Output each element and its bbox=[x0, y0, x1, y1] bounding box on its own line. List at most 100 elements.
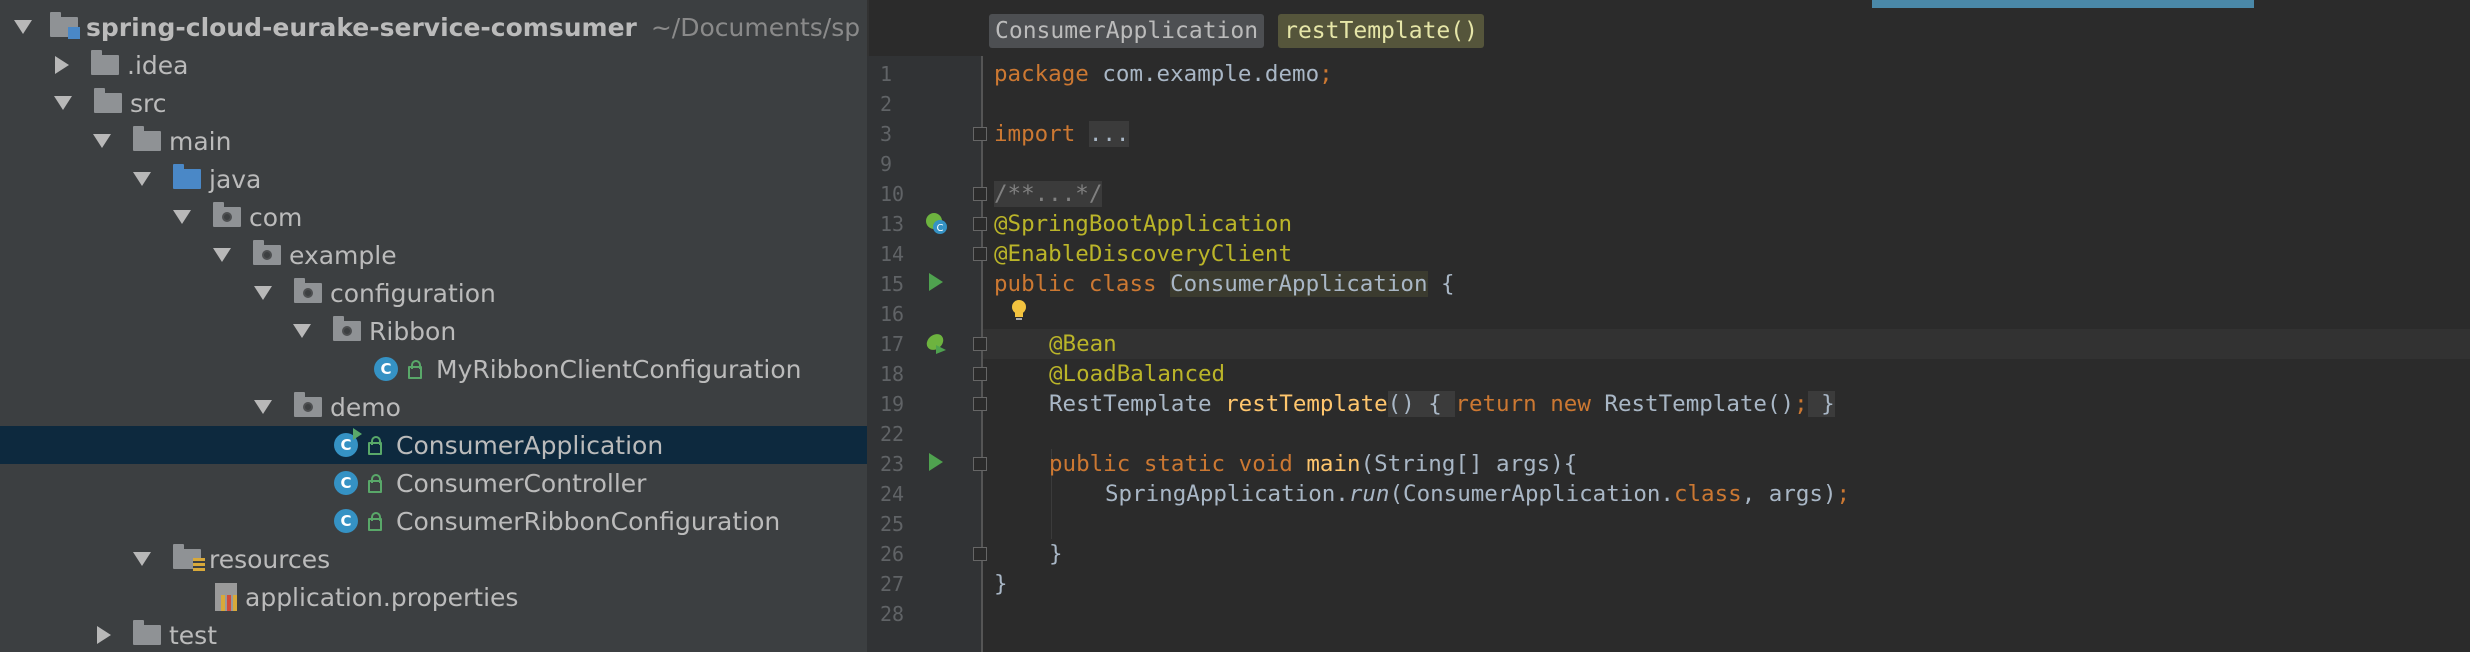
project-name: spring-cloud-eurake-service-comsumer bbox=[86, 12, 637, 42]
semicolon: ; bbox=[1836, 481, 1851, 507]
line-number: 28 bbox=[880, 602, 905, 626]
code-line-10[interactable]: /**...*/ bbox=[994, 179, 1103, 209]
fold-close-brace[interactable]: } bbox=[1807, 391, 1835, 417]
tree-item-idea[interactable]: .idea bbox=[0, 46, 867, 84]
bean-gutter-icon[interactable] bbox=[924, 331, 948, 355]
lock-icon bbox=[368, 511, 382, 531]
springapplication-ref: SpringApplication. bbox=[1105, 481, 1349, 507]
line-number: 22 bbox=[880, 422, 905, 446]
fold-icon[interactable] bbox=[973, 247, 987, 261]
method-run: run bbox=[1348, 481, 1390, 507]
tree-item-ribbon[interactable]: Ribbon bbox=[0, 312, 867, 350]
tree-item-java[interactable]: java bbox=[0, 160, 867, 198]
fold-open-brace[interactable]: { bbox=[1414, 391, 1456, 417]
code-line-15[interactable]: public class ConsumerApplication { bbox=[994, 269, 1455, 299]
brace: { bbox=[1427, 271, 1455, 297]
chevron-down-icon[interactable] bbox=[133, 552, 151, 566]
chevron-down-icon[interactable] bbox=[54, 96, 72, 110]
code-line-18[interactable]: @LoadBalanced bbox=[1049, 359, 1225, 389]
code-line-13[interactable]: @SpringBootApplication bbox=[994, 209, 1292, 239]
fold-icon[interactable] bbox=[973, 367, 987, 381]
run-gutter-icon[interactable] bbox=[929, 273, 943, 291]
code-line-1[interactable]: package com.example.demo; bbox=[994, 59, 1333, 89]
line-number: 23 bbox=[880, 452, 905, 476]
code-line-26[interactable]: } bbox=[1049, 539, 1063, 569]
tree-item-test[interactable]: test bbox=[0, 616, 867, 652]
keyword-public-static-void: public static void bbox=[1049, 451, 1307, 477]
annotation-enablediscoveryclient: @EnableDiscoveryClient bbox=[994, 241, 1293, 267]
package-icon bbox=[253, 240, 281, 265]
tree-item-com[interactable]: com bbox=[0, 198, 867, 236]
tree-item-resources[interactable]: resources bbox=[0, 540, 867, 578]
tree-root[interactable]: spring-cloud-eurake-service-comsumer ~/D… bbox=[0, 8, 867, 46]
tree-item-consumercontroller[interactable]: C ConsumerController bbox=[0, 464, 867, 502]
class-icon: C bbox=[334, 509, 358, 533]
chevron-down-icon[interactable] bbox=[173, 210, 191, 224]
tree-item-main[interactable]: main bbox=[0, 122, 867, 160]
code-line-24[interactable]: SpringApplication.run(ConsumerApplicatio… bbox=[1105, 479, 1850, 509]
breadcrumb-method[interactable]: restTemplate() bbox=[1278, 14, 1484, 48]
spring-boot-gutter-icon[interactable]: C bbox=[924, 211, 948, 235]
code-line-27[interactable]: } bbox=[994, 569, 1008, 599]
chevron-down-icon[interactable] bbox=[93, 134, 111, 148]
keyword-public-class: public class bbox=[994, 271, 1171, 297]
line-number: 2 bbox=[880, 92, 893, 116]
tree-item-label: com bbox=[249, 202, 303, 232]
svg-text:C: C bbox=[937, 223, 944, 234]
code-line-23[interactable]: public static void main(String[] args){ bbox=[1049, 449, 1577, 479]
method-main: main bbox=[1306, 451, 1361, 477]
chevron-down-icon[interactable] bbox=[254, 400, 272, 414]
chevron-down-icon[interactable] bbox=[213, 248, 231, 262]
line-number: 1 bbox=[880, 62, 893, 86]
tree-item-label: main bbox=[169, 126, 232, 156]
fold-icon[interactable] bbox=[973, 337, 987, 351]
method-name: restTemplate bbox=[1225, 391, 1388, 417]
folded-javadoc[interactable]: /**...*/ bbox=[994, 181, 1103, 207]
chevron-right-icon[interactable] bbox=[97, 626, 111, 644]
tree-item-label: Ribbon bbox=[369, 316, 457, 346]
closing-brace: } bbox=[1049, 541, 1063, 567]
package-icon bbox=[333, 316, 361, 341]
lock-icon bbox=[368, 473, 382, 493]
tree-item-consumerribbonconfiguration[interactable]: C ConsumerRibbonConfiguration bbox=[0, 502, 867, 540]
tree-item-application-properties[interactable]: application.properties bbox=[0, 578, 867, 616]
chevron-down-icon[interactable] bbox=[254, 286, 272, 300]
tree-item-configuration[interactable]: configuration bbox=[0, 274, 867, 312]
fold-icon[interactable] bbox=[973, 457, 987, 471]
source-folder-icon bbox=[173, 164, 201, 189]
tree-item-example[interactable]: example bbox=[0, 236, 867, 274]
chevron-down-icon[interactable] bbox=[293, 324, 311, 338]
code-line-14[interactable]: @EnableDiscoveryClient bbox=[994, 239, 1292, 269]
tree-item-consumerapplication[interactable]: C ConsumerApplication bbox=[0, 426, 867, 464]
code-line-19[interactable]: RestTemplate restTemplate() { return new… bbox=[1049, 389, 1835, 419]
line-number: 14 bbox=[880, 242, 905, 266]
tree-item-label: ConsumerRibbonConfiguration bbox=[396, 506, 781, 536]
tree-item-label: demo bbox=[330, 392, 401, 422]
code-line-3[interactable]: import ... bbox=[994, 119, 1130, 149]
fold-icon[interactable] bbox=[973, 187, 987, 201]
code-editor[interactable] bbox=[867, 0, 2470, 652]
tree-item-src[interactable]: src bbox=[0, 84, 867, 122]
fold-icon[interactable] bbox=[973, 127, 987, 141]
annotation-bean: @Bean bbox=[1049, 331, 1117, 357]
fold-icon[interactable] bbox=[973, 547, 987, 561]
breadcrumb-class[interactable]: ConsumerApplication bbox=[989, 14, 1265, 48]
tree-item-demo[interactable]: demo bbox=[0, 388, 867, 426]
active-tab-indicator bbox=[1872, 0, 2254, 8]
chevron-down-icon[interactable] bbox=[133, 172, 151, 186]
code-line-17[interactable]: @Bean bbox=[1049, 329, 1117, 359]
fold-icon[interactable] bbox=[973, 397, 987, 411]
run-gutter-icon[interactable] bbox=[929, 453, 943, 471]
closing-brace: } bbox=[994, 571, 1008, 597]
tree-item-label: java bbox=[209, 164, 262, 194]
folded-imports[interactable]: ... bbox=[1088, 121, 1130, 147]
keyword-import: import bbox=[994, 121, 1076, 147]
fold-icon[interactable] bbox=[973, 217, 987, 231]
resources-folder-icon bbox=[173, 544, 205, 572]
tree-item-myribbonclientconfiguration[interactable]: C MyRibbonClientConfiguration bbox=[0, 350, 867, 388]
return-type: RestTemplate bbox=[1049, 391, 1226, 417]
chevron-down-icon[interactable] bbox=[14, 20, 32, 34]
breadcrumb: ConsumerApplication restTemplate() bbox=[989, 14, 1484, 48]
lightbulb-icon[interactable] bbox=[1009, 299, 1029, 321]
chevron-right-icon[interactable] bbox=[55, 56, 69, 74]
